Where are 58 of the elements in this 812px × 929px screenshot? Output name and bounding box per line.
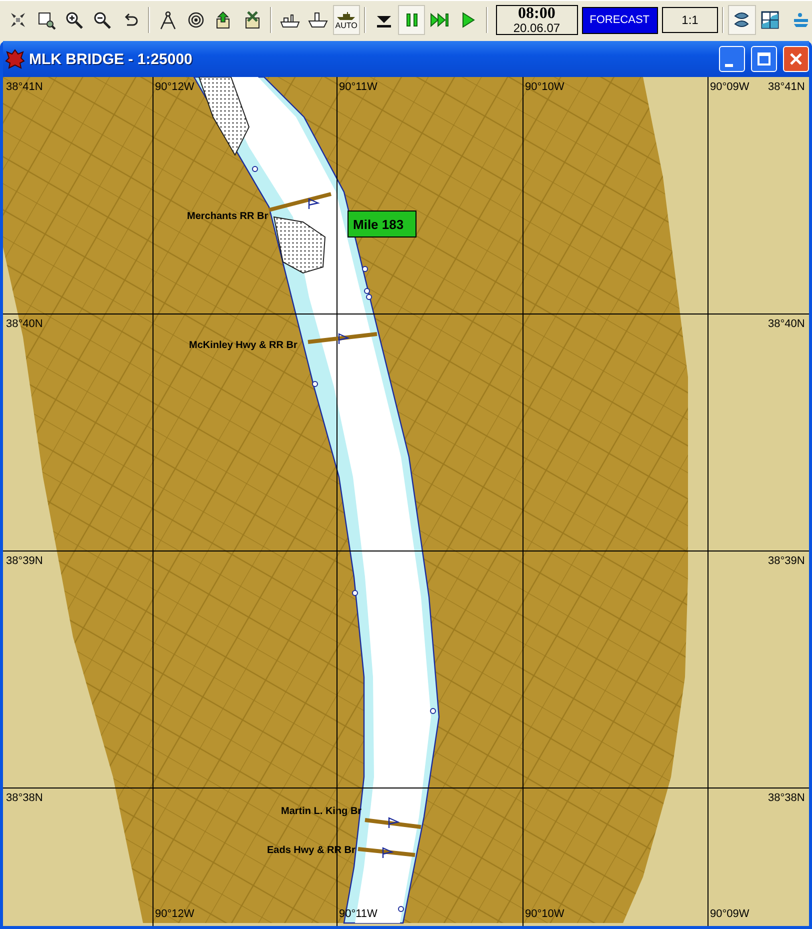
flag-icon bbox=[308, 198, 320, 209]
bridge-line bbox=[268, 192, 332, 212]
longitude-label: 90°11W bbox=[339, 81, 378, 93]
clock-date: 20.06.07 bbox=[513, 22, 560, 34]
buoy-icon bbox=[352, 590, 358, 596]
bridge-line bbox=[308, 332, 378, 344]
ratio-button[interactable]: 1:1 bbox=[662, 7, 718, 33]
bridge-line bbox=[358, 847, 416, 857]
close-icon bbox=[789, 52, 803, 66]
forecast-button[interactable]: FORECAST bbox=[582, 6, 658, 34]
maximize-icon bbox=[757, 52, 771, 66]
pause-button[interactable] bbox=[398, 5, 426, 35]
longitude-label: 90°10W bbox=[525, 81, 564, 93]
zoom-out-icon bbox=[92, 10, 112, 30]
auto-button[interactable]: AUTO bbox=[332, 5, 360, 35]
latitude-label: 38°41N bbox=[768, 81, 805, 93]
fast-forward-icon bbox=[430, 10, 450, 30]
latitude-label: 38°38N bbox=[6, 792, 43, 804]
compass-icon bbox=[158, 10, 178, 30]
flag-icon bbox=[338, 333, 350, 344]
bridge-line bbox=[364, 818, 422, 829]
flag-icon bbox=[382, 847, 394, 858]
buoy-icon bbox=[362, 266, 368, 272]
graph-icon bbox=[760, 10, 780, 30]
bridge-label: Merchants RR Br bbox=[187, 211, 268, 222]
window-title: MLK BRIDGE - 1:25000 bbox=[29, 50, 192, 68]
longitude-label: 90°12W bbox=[155, 908, 194, 920]
bridge-label: McKinley Hwy & RR Br bbox=[189, 340, 298, 351]
latitude-label: 38°41N bbox=[6, 81, 43, 93]
close-button[interactable] bbox=[783, 46, 809, 72]
minimize-icon bbox=[725, 64, 733, 66]
buoy-icon bbox=[252, 166, 258, 172]
latitude-label: 38°39N bbox=[768, 555, 805, 567]
maximize-button[interactable] bbox=[751, 46, 777, 72]
shoal-area bbox=[273, 216, 326, 274]
fish-button[interactable] bbox=[728, 5, 756, 35]
zoom-in-icon bbox=[64, 10, 84, 30]
target-icon bbox=[186, 10, 206, 30]
longitude-label: 90°09W bbox=[710, 81, 750, 93]
mile-marker-background bbox=[348, 210, 416, 238]
latitude-label: 38°39N bbox=[6, 555, 43, 567]
latitude-label: 38°38N bbox=[768, 792, 805, 804]
minimize-button[interactable] bbox=[719, 46, 745, 72]
clock-time: 08:00 bbox=[518, 6, 556, 22]
latitude-label: 38°40N bbox=[6, 318, 43, 330]
mile-marker: Mile 183 bbox=[353, 217, 404, 232]
longitude-label: 90°09W bbox=[710, 908, 750, 920]
flag-icon bbox=[388, 817, 400, 828]
zoom-window-icon bbox=[36, 10, 56, 30]
buoy-icon bbox=[312, 381, 318, 387]
ship-icon bbox=[335, 10, 358, 20]
buoy-icon bbox=[398, 906, 404, 912]
boat-icon bbox=[308, 10, 328, 30]
buoy-icon bbox=[430, 708, 436, 714]
latitude-label: 38°40N bbox=[768, 318, 805, 330]
longitude-label: 90°10W bbox=[525, 908, 564, 920]
longitude-label: 90°12W bbox=[155, 81, 194, 93]
app-icon bbox=[5, 49, 25, 69]
